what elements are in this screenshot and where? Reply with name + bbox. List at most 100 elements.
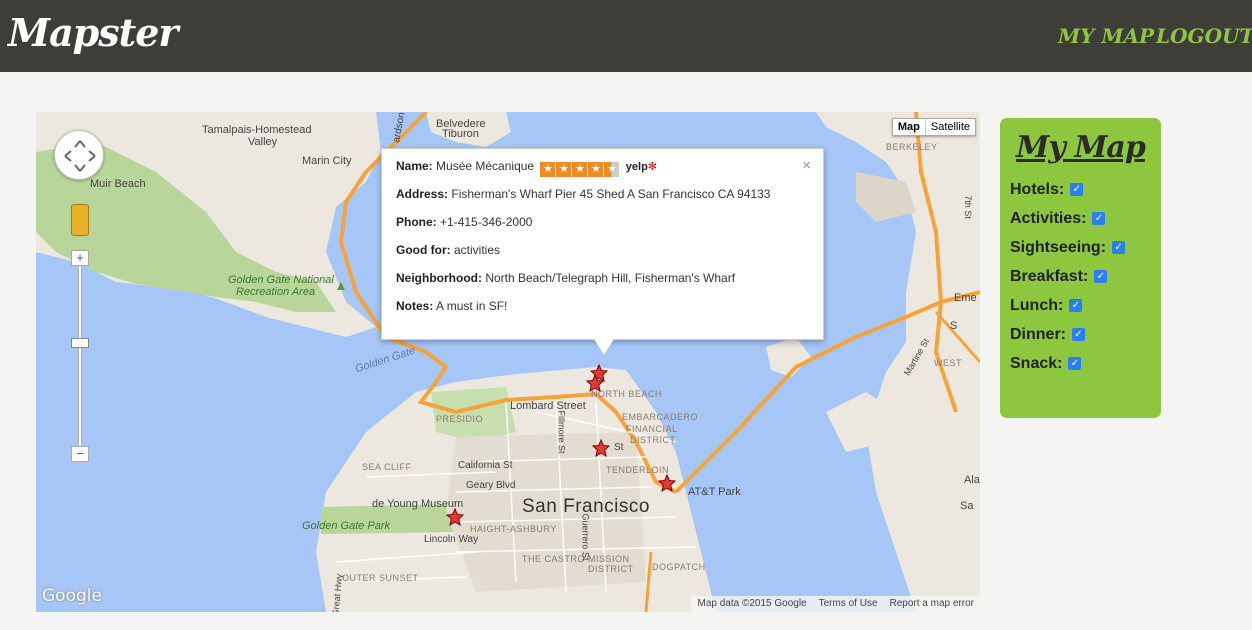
street-view-pegman-icon[interactable] (71, 204, 89, 236)
info-good-for-value: activities (454, 243, 501, 257)
zoom-slider-handle[interactable] (71, 338, 89, 348)
yelp-burst-icon: ✻ (647, 161, 658, 173)
map-canvas[interactable]: Tamalpais-Homestead Valley Belvedere Tib… (36, 112, 980, 612)
map-label-tamalpais: Tamalpais-Homestead (202, 124, 312, 136)
map-label-tiburon: Tiburon (442, 128, 479, 140)
map-type-map-button[interactable]: Map (893, 119, 926, 135)
map-label-golden-gate-park: Golden Gate Park (302, 520, 391, 532)
pan-arrows-icon (64, 140, 96, 172)
pan-control[interactable] (54, 130, 104, 180)
filter-checkbox-breakfast[interactable]: ✓ (1094, 270, 1108, 283)
map-label-presidio: PRESIDIO (436, 414, 484, 424)
terms-of-use-link[interactable]: Terms of Use (813, 596, 884, 612)
info-notes-value: A must in SF! (436, 299, 508, 313)
filter-label: Activities: (1010, 209, 1087, 227)
filter-breakfast[interactable]: Breakfast: ✓ (1010, 262, 1151, 291)
map-label-sea-cliff: SEA CLIFF (362, 462, 412, 472)
map-label-mission: MISSION (588, 554, 630, 564)
map-type-toggle: Map Satellite (891, 118, 976, 136)
map-label-sa: Sa (960, 500, 974, 512)
info-good-for-row: Good for: activities (396, 243, 809, 271)
filter-label: Sightseeing: (1010, 238, 1107, 256)
map-label-haight: HAIGHT-ASHBURY (470, 524, 557, 534)
map-label-marin-city: Marin City (302, 155, 352, 167)
filter-checkbox-hotels[interactable]: ✓ (1070, 183, 1084, 196)
filter-label: Hotels: (1010, 180, 1065, 198)
close-icon[interactable]: × (802, 157, 811, 174)
filter-checkbox-lunch[interactable]: ✓ (1069, 299, 1083, 312)
info-window-pointer (594, 339, 614, 355)
info-name-value: Musée Mécanique (436, 159, 535, 173)
info-name-label: Name: (396, 159, 433, 173)
filter-label: Breakfast: (1010, 267, 1089, 285)
filter-hotels[interactable]: Hotels: ✓ (1010, 175, 1151, 204)
map-label-valley: Valley (248, 136, 278, 148)
map-label-st: St (614, 442, 624, 453)
map-label-dogpatch: DOGPATCH (652, 562, 706, 572)
zoom-out-button[interactable]: − (71, 446, 89, 462)
my-map-sidebar: My Map Hotels: ✓ Activities: ✓ Sightseei… (1000, 118, 1161, 418)
map-marker-golden-gate-park[interactable] (446, 508, 464, 526)
map-marker-att-park[interactable] (658, 474, 676, 492)
info-neighborhood-value: North Beach/Telegraph Hill, Fisherman's … (485, 271, 736, 285)
map-label-financial-district: DISTRICT (630, 435, 676, 445)
info-address-row: Address: Fisherman's Wharf Pier 45 Shed … (396, 187, 809, 215)
filter-checkbox-dinner[interactable]: ✓ (1072, 328, 1085, 341)
filter-snack[interactable]: Snack: ✓ (1010, 349, 1151, 378)
filter-activities[interactable]: Activities: ✓ (1010, 204, 1151, 233)
star-icon: ★ (540, 162, 556, 177)
nav-logout-link[interactable]: LOGOUT (1156, 24, 1252, 48)
map-label-castro: THE CASTRO (522, 554, 586, 564)
map-label-lombard-street: Lombard Street (510, 400, 586, 412)
zoom-in-button[interactable]: + (71, 250, 89, 266)
info-notes-row: Notes: A must in SF! (396, 299, 809, 327)
map-label-berkeley: BERKELEY (886, 142, 938, 152)
map-label-geary-blvd: Geary Blvd (466, 480, 516, 491)
map-label-embarcadero: EMBARCADERO (622, 412, 699, 422)
map-label-west: WEST (934, 358, 962, 368)
map-label-california-st: California St (458, 460, 513, 471)
map-label-financial: FINANCIAL (626, 424, 678, 434)
info-address-value: Fisherman's Wharf Pier 45 Shed A San Fra… (451, 187, 771, 201)
filter-label: Snack: (1010, 354, 1063, 372)
map-label-att-park: AT&T Park (688, 486, 741, 498)
map-marker-north-beach[interactable] (586, 374, 604, 392)
map-label-outer-sunset: OUTER SUNSET (342, 573, 419, 583)
filter-sightseeing[interactable]: Sightseeing: ✓ (1010, 233, 1151, 262)
map-label-seventh-st: 7th St (962, 195, 973, 219)
filter-label: Lunch: (1010, 296, 1064, 314)
map-type-satellite-button[interactable]: Satellite (926, 119, 975, 135)
place-info-window: × Name: Musée Mécanique ★ ★ ★ ★ ★ yelp✻ Addr… (381, 148, 824, 355)
filter-lunch[interactable]: Lunch: ✓ (1010, 291, 1151, 320)
star-icon: ★ (572, 162, 588, 177)
map-label-lincoln-way: Lincoln Way (424, 534, 479, 545)
map-marker-union-square[interactable] (592, 439, 610, 457)
info-neighborhood-label: Neighborhood: (396, 271, 482, 285)
filter-checkbox-sightseeing[interactable]: ✓ (1112, 241, 1126, 254)
map-label-ala: Ala (964, 474, 980, 486)
info-phone-row: Phone: +1-415-346-2000 (396, 215, 809, 243)
map-label-mission-district: DISTRICT (588, 564, 634, 574)
filter-checkbox-snack[interactable]: ✓ (1068, 357, 1082, 370)
info-neighborhood-row: Neighborhood: North Beach/Telegraph Hill… (396, 271, 809, 299)
yelp-logo-text: yelp (625, 161, 648, 173)
zoom-slider-track[interactable] (78, 264, 82, 454)
info-name-row: Name: Musée Mécanique ★ ★ ★ ★ ★ yelp✻ (396, 159, 809, 187)
map-label-guerrero: Guerrero St (580, 513, 591, 561)
info-notes-label: Notes: (396, 299, 434, 313)
google-logo: Google (42, 586, 102, 606)
yelp-logo[interactable]: yelp✻ (626, 161, 657, 173)
filter-checkbox-activities[interactable]: ✓ (1092, 212, 1106, 225)
info-phone-label: Phone: (396, 215, 437, 229)
info-good-for-label: Good for: (396, 243, 451, 257)
filter-dinner[interactable]: Dinner: ✓ (1010, 320, 1151, 349)
map-label-fillmore: Fillmore St (556, 410, 567, 454)
top-navbar: Mapster MY MAP LOGOUT (0, 0, 1252, 72)
brand-logo[interactable]: Mapster (8, 10, 178, 55)
report-map-error-link[interactable]: Report a map error (884, 596, 980, 612)
half-star-icon: ★ (604, 162, 620, 177)
map-attribution-bar: Map data ©2015 Google Terms of Use Repor… (691, 596, 980, 612)
filter-label: Dinner: (1010, 325, 1066, 343)
nav-my-map-link[interactable]: MY MAP (1058, 24, 1154, 48)
map-label-emery: Eme (954, 292, 977, 304)
